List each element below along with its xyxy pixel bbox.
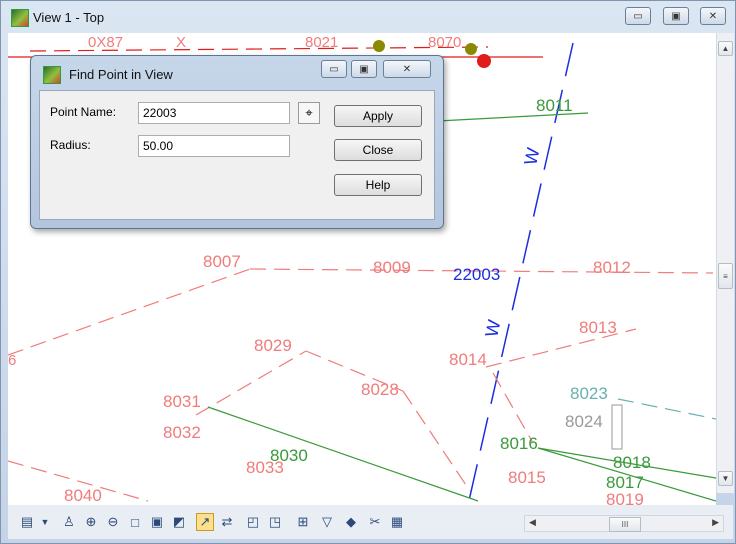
scroll-up-icon[interactable]: ▲ (718, 41, 733, 56)
wall-marker-2: W (481, 318, 504, 339)
label-8012: 8012 (593, 258, 631, 277)
label-8028: 8028 (361, 380, 399, 399)
render-icon[interactable]: ▽ (318, 513, 336, 531)
label-8015: 8015 (508, 468, 546, 487)
copy-view-icon[interactable]: ◳ (266, 513, 284, 531)
hscroll-thumb[interactable]: III (609, 517, 641, 532)
help-button[interactable]: Help (334, 174, 422, 196)
print-icon[interactable]: ♙ (60, 513, 78, 531)
teal-line (617, 398, 716, 420)
label-6: 6 (8, 352, 16, 369)
dialog-close-button[interactable]: ✕ (383, 60, 431, 78)
label-8031: 8031 (163, 392, 201, 411)
display-set-icon[interactable]: ▦ (388, 513, 406, 531)
vertical-scrollbar[interactable]: ▲ ≡ ▼ (716, 33, 734, 493)
label-8023: 8023 (570, 384, 608, 403)
scroll-thumb-icon[interactable]: ≡ (718, 263, 733, 289)
label-8024: 8024 (565, 412, 603, 431)
view-next-icon[interactable]: ◰ (244, 513, 262, 531)
fence-icon[interactable]: ⊞ (294, 513, 312, 531)
clip-icon[interactable]: ◆ (342, 513, 360, 531)
scroll-down-icon[interactable]: ▼ (718, 471, 733, 486)
point-name-label: Point Name: (50, 105, 117, 119)
dropdown-arrow-icon[interactable]: ▼ (36, 513, 54, 531)
label-22003: 22003 (453, 265, 500, 284)
radius-input[interactable]: 50.00 (138, 135, 290, 157)
label-8007: 8007 (203, 252, 241, 271)
rotate-view-icon[interactable]: ◩ (170, 513, 188, 531)
pick-point-icon[interactable]: ⌖ (298, 102, 320, 124)
find-point-dialog: Find Point in View ▭ ▣ ✕ Point Name: 220… (30, 55, 444, 229)
fit-view-icon[interactable]: ▣ (148, 513, 166, 531)
label-8019: 8019 (606, 490, 644, 505)
marker-olive (373, 40, 385, 52)
close-window-button[interactable]: ✕ (700, 7, 726, 25)
scroll-left-icon[interactable]: ◀ (529, 517, 536, 528)
close-button[interactable]: Close (334, 139, 422, 161)
label-top3: 8021 (305, 34, 338, 51)
view-previous-icon[interactable]: ⇄ (218, 513, 236, 531)
window-area-icon[interactable]: □ (126, 513, 144, 531)
radius-label: Radius: (50, 138, 91, 152)
label-8040: 8040 (64, 486, 102, 505)
dialog-minimize-button[interactable]: ▭ (321, 60, 347, 78)
label-8032: 8032 (163, 423, 201, 442)
zoom-out-icon[interactable]: ⊖ (104, 513, 122, 531)
point-name-input[interactable]: 22003 (138, 102, 290, 124)
title-bar[interactable]: View 1 - Top ▭ ▣ ✕ (1, 1, 735, 33)
horizontal-scrollbar[interactable]: ◀ III ▶ (524, 515, 724, 532)
label-top1: 0X87 (88, 34, 123, 51)
camera-icon[interactable]: ✂ (366, 513, 384, 531)
label-8016: 8016 (500, 434, 538, 453)
gray-ladder (611, 404, 623, 450)
view-attributes-icon[interactable]: ▤ (18, 513, 36, 531)
dialog-body: Point Name: 22003 ⌖ Radius: 50.00 Apply … (39, 90, 435, 220)
marker-red (477, 54, 491, 68)
wall-marker-1: W (520, 146, 543, 167)
zoom-in-icon[interactable]: ⊕ (82, 513, 100, 531)
dialog-app-icon (43, 66, 61, 84)
label-8017: 8017 (606, 473, 644, 492)
label-8009: 8009 (373, 258, 411, 277)
scroll-right-icon[interactable]: ▶ (712, 517, 719, 528)
dialog-title: Find Point in View (69, 67, 173, 82)
label-top4: 8070 (428, 34, 461, 51)
pan-icon[interactable]: ↗ (196, 513, 214, 531)
label-8018: 8018 (613, 453, 651, 472)
maximize-button[interactable]: ▣ (663, 7, 689, 25)
app-logo-icon (11, 9, 29, 27)
label-8014: 8014 (449, 350, 487, 369)
apply-button[interactable]: Apply (334, 105, 422, 127)
label-8029: 8029 (254, 336, 292, 355)
minimize-button[interactable]: ▭ (625, 7, 651, 25)
window-title: View 1 - Top (33, 10, 105, 25)
view-control-bar: ▤ ▼ ♙ ⊕ ⊖ □ ▣ ◩ ↗ ⇄ ◰ ◳ ⊞ ▽ ◆ ✂ ▦ ◀ III … (8, 505, 733, 539)
dialog-maximize-button[interactable]: ▣ (351, 60, 377, 78)
label-8013: 8013 (579, 318, 617, 337)
marker-olive-2 (465, 43, 477, 55)
label-top2: X (176, 34, 186, 51)
label-8030: 8030 (270, 446, 308, 465)
label-8011: 8011 (536, 96, 573, 115)
